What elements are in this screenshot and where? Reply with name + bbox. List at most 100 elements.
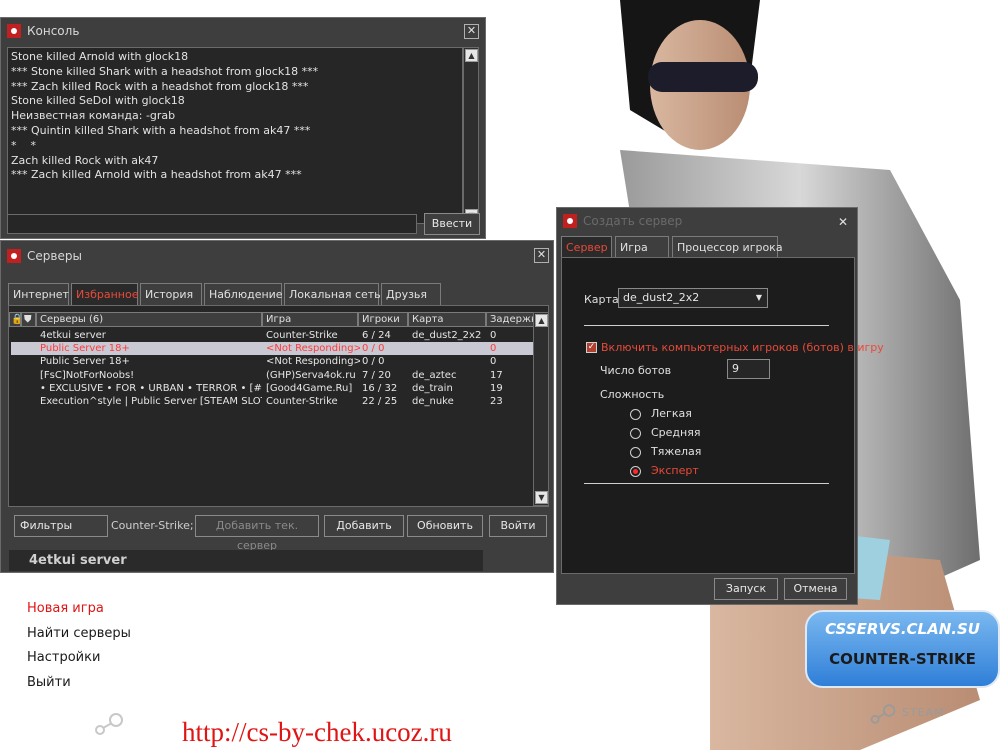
filter-text: Counter-Strike; <box>111 519 194 532</box>
server-name: [FsC]NotForNoobs! <box>40 369 135 381</box>
close-icon[interactable]: ✕ <box>464 24 479 39</box>
tab-game[interactable]: Игра <box>615 236 669 258</box>
steam-logo-icon <box>7 249 21 263</box>
tab-spectate[interactable]: Наблюдение <box>204 283 283 305</box>
console-line: *** Quintin killed Shark with a headshot… <box>11 123 311 137</box>
console-line: Stone killed Arnold with glock18 <box>11 50 189 63</box>
server-players: 6 / 24 <box>362 330 391 341</box>
tab-favorites[interactable]: Избранное <box>71 283 138 305</box>
server-game: Counter-Strike <box>266 330 338 341</box>
site-url: http://cs-by-chek.ucoz.ru <box>182 717 452 747</box>
radio-medium[interactable] <box>630 428 641 439</box>
tab-lan[interactable]: Локальная сеть <box>284 283 381 305</box>
steam-text: STEAM <box>902 706 945 719</box>
close-icon[interactable]: ✕ <box>838 215 848 229</box>
server-players: 22 / 25 <box>362 396 398 407</box>
bots-checkbox[interactable]: ✓ <box>586 342 597 353</box>
bots-count-input[interactable]: 9 <box>727 359 770 379</box>
refresh-button[interactable]: Обновить <box>407 515 483 537</box>
console-scrollbar[interactable]: ▲ ▼ <box>463 47 479 224</box>
server-ping: 0 <box>490 343 497 355</box>
column-header-ping[interactable]: Задержка <box>486 312 534 327</box>
table-row[interactable]: Public Server 18+ <Not Responding> 0 / 0 0 <box>11 355 535 368</box>
console-line: *** Zach killed Rock with a headshot fro… <box>11 79 309 93</box>
server-players: 0 / 0 <box>362 343 385 355</box>
console-log: Stone killed Arnold with glock18 *** Ston… <box>7 47 463 224</box>
create-server-panel: Карта de_dust2_2x2 ▼ ✓ Включить компьюте… <box>561 257 884 574</box>
server-ping: 17 <box>490 369 503 381</box>
server-map: de_dust2_2x2 <box>412 330 482 341</box>
column-header-game[interactable]: Игра <box>262 312 358 327</box>
badge-site: CSSERVS.CLAN.SU <box>825 620 980 638</box>
server-game: <Not Responding> <box>266 343 360 355</box>
clan-badge: CSSERVS.CLAN.SU COUNTER-STRIKE <box>805 610 1000 688</box>
server-ping: 19 <box>490 382 503 394</box>
add-current-server-button[interactable]: Добавить тек. сервер <box>195 515 319 552</box>
menu-quit[interactable]: Выйти <box>27 675 71 690</box>
column-header-map[interactable]: Карта <box>408 312 486 327</box>
steam-logo-icon <box>7 24 21 38</box>
console-line: *** Stone killed Shark with a headshot f… <box>11 64 319 78</box>
console-line: * * <box>11 138 36 152</box>
create-title-bar[interactable]: Создать сервер <box>557 208 857 234</box>
shield-icon[interactable]: ⛊ <box>21 312 36 327</box>
tab-friends[interactable]: Друзья <box>381 283 441 305</box>
server-name: Execution^style | Public Server [STEAM S… <box>40 396 262 407</box>
console-input[interactable] <box>7 214 417 234</box>
radio-hard[interactable] <box>630 447 641 458</box>
console-line: Stone killed SeDoI with glock18 <box>11 94 185 108</box>
console-title-bar[interactable]: Консоль <box>1 18 485 44</box>
column-header-servers[interactable]: Серверы (6) <box>36 312 262 327</box>
column-header-players[interactable]: Игроки <box>358 312 408 327</box>
server-name: Public Server 18+ <box>40 343 130 355</box>
console-window: Консоль ✕ Stone killed Arnold with glock… <box>0 17 486 239</box>
console-title: Консоль <box>27 24 80 38</box>
add-server-button[interactable]: Добавить <box>324 515 404 537</box>
bots-count-label: Число ботов <box>600 364 672 377</box>
server-players: 7 / 20 <box>362 369 391 381</box>
tab-history[interactable]: История <box>140 283 202 305</box>
table-row[interactable]: Execution^style | Public Server [STEAM S… <box>11 395 535 408</box>
create-title: Создать сервер <box>583 214 683 228</box>
difficulty-expert-label: Эксперт <box>651 464 699 477</box>
server-name: Public Server 18+ <box>40 356 130 368</box>
server-players: 16 / 32 <box>362 382 398 394</box>
filters-button[interactable]: Фильтры <box>14 515 108 537</box>
server-map: de_train <box>412 382 453 394</box>
radio-easy[interactable] <box>630 409 641 420</box>
difficulty-medium-label: Средняя <box>651 426 701 439</box>
scroll-up-icon[interactable]: ▲ <box>535 314 548 327</box>
table-row[interactable]: • EXCLUSIVE • FOR • URBAN • TERROR • [#1… <box>11 382 535 395</box>
close-icon[interactable]: ✕ <box>534 248 549 263</box>
tab-internet[interactable]: Интернет <box>8 283 69 305</box>
cancel-button[interactable]: Отмена <box>784 578 847 600</box>
radio-expert[interactable] <box>630 466 641 477</box>
bots-checkbox-label: Включить компьютерных игроков (ботов) в … <box>601 341 884 354</box>
tab-server[interactable]: Сервер <box>561 236 612 258</box>
menu-settings[interactable]: Настройки <box>27 650 100 665</box>
console-submit-button[interactable]: Ввести <box>424 213 480 235</box>
menu-find-servers[interactable]: Найти серверы <box>27 626 131 641</box>
start-button[interactable]: Запуск <box>714 578 778 600</box>
tab-player-processor[interactable]: Процессор игрока <box>672 236 783 258</box>
table-row[interactable]: Public Server 18+ <Not Responding> 0 / 0 0 <box>11 342 535 356</box>
server-map: de_aztec <box>412 369 457 381</box>
servers-title-bar[interactable]: Серверы <box>1 241 553 271</box>
server-name: • EXCLUSIVE • FOR • URBAN • TERROR • [#1… <box>40 382 262 394</box>
server-game: (GHP)Serva4ok.ru <box>266 369 356 381</box>
create-server-window: Создать сервер ✕ Сервер Игра Процессор и… <box>556 207 884 605</box>
difficulty-label: Сложность <box>600 388 665 401</box>
map-dropdown[interactable]: de_dust2_2x2 ▼ <box>618 288 768 308</box>
table-row[interactable]: [FsC]NotForNoobs! (GHP)Serva4ok.ru 7 / 20 d… <box>11 369 535 382</box>
difficulty-hard-label: Тяжелая <box>651 445 702 458</box>
scroll-down-icon[interactable]: ▼ <box>535 491 548 504</box>
status-bar: 4etkui server <box>9 550 483 571</box>
lock-icon[interactable]: 🔒 <box>9 312 21 327</box>
server-game: Counter-Strike <box>266 396 338 407</box>
servers-scrollbar[interactable]: ▲ ▼ <box>533 312 549 506</box>
menu-new-game[interactable]: Новая игра <box>27 601 104 616</box>
scroll-up-icon[interactable]: ▲ <box>465 49 478 62</box>
divider <box>584 325 829 326</box>
table-row[interactable]: 4etkui server Counter-Strike 6 / 24 de_dust… <box>11 329 535 342</box>
join-button[interactable]: Войти <box>489 515 547 537</box>
